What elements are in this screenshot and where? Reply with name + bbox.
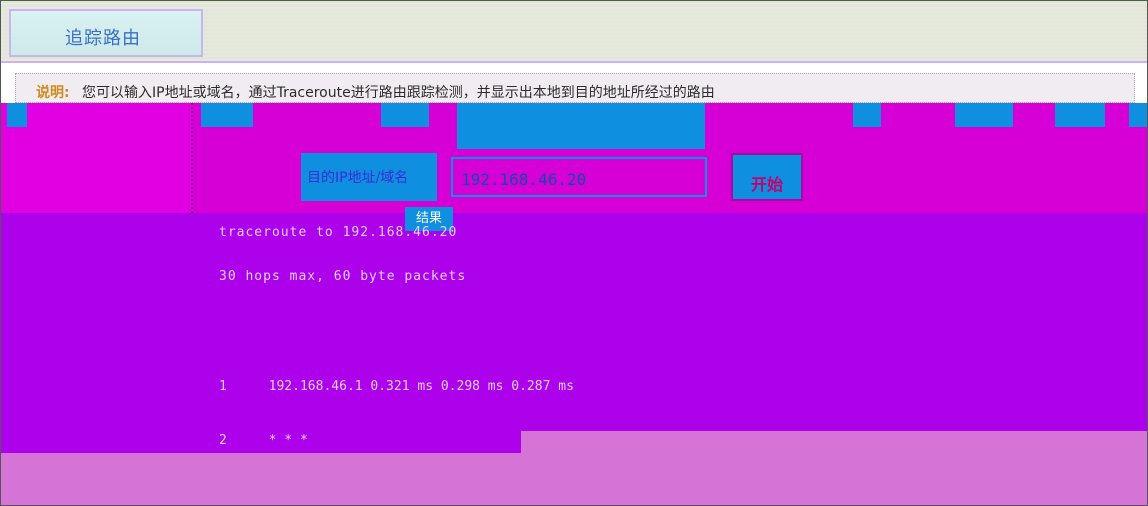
tab-traceroute[interactable]: 追踪路由 xyxy=(9,9,203,57)
result-sub-line: 30 hops max, 60 byte packets xyxy=(219,269,467,284)
header-block-9 xyxy=(1129,103,1147,127)
header-block-4 xyxy=(457,103,705,127)
description-strip: 说明: 您可以输入IP地址或域名，通过Traceroute进行路由跟踪检测，并显… xyxy=(15,73,1135,103)
header-block-3 xyxy=(381,103,429,127)
hop-number: 1 xyxy=(219,379,227,394)
traceroute-window: 追踪路由 说明: 您可以输入IP地址或域名，通过Traceroute进行路由跟踪… xyxy=(0,0,1148,506)
hop-number: 2 xyxy=(219,433,227,448)
start-button-label: 开始 xyxy=(750,177,783,194)
destination-label-box: 目的IP地址/域名 xyxy=(301,153,437,201)
header-block-2 xyxy=(201,103,253,127)
bottom-panel xyxy=(1,453,1147,505)
header-block-1 xyxy=(7,103,27,127)
results-output: traceroute to 192.168.46.20 30 hops max,… xyxy=(219,219,919,448)
header-block-8 xyxy=(1055,103,1105,127)
result-header-line: traceroute to 192.168.46.20 xyxy=(219,225,458,240)
destination-form: 目的IP地址/域名 开始 xyxy=(301,153,821,201)
header-block-5 xyxy=(457,127,705,149)
tab-traceroute-label: 追踪路由 xyxy=(65,28,141,49)
description-text: 您可以输入IP地址或域名，通过Traceroute进行路由跟踪检测，并显示出本地… xyxy=(82,85,715,101)
destination-input-box[interactable] xyxy=(451,157,707,197)
destination-input[interactable] xyxy=(459,169,703,190)
left-panel xyxy=(1,103,193,213)
results-highlight-band xyxy=(521,431,1147,453)
hop-detail: * * * xyxy=(268,433,308,448)
result-hop-row: 1 192.168.46.1 0.321 ms 0.298 ms 0.287 m… xyxy=(219,379,574,394)
start-button[interactable]: 开始 xyxy=(731,153,803,201)
result-hop-row: 2 * * * xyxy=(219,433,308,448)
header-block-6 xyxy=(853,103,881,127)
top-tab-bar: 追踪路由 xyxy=(1,1,1147,63)
description-label: 说明: xyxy=(36,85,70,101)
hop-detail: 192.168.46.1 0.321 ms 0.298 ms 0.287 ms xyxy=(268,379,574,394)
destination-label: 目的IP地址/域名 xyxy=(307,170,409,186)
header-block-7 xyxy=(955,103,1013,127)
